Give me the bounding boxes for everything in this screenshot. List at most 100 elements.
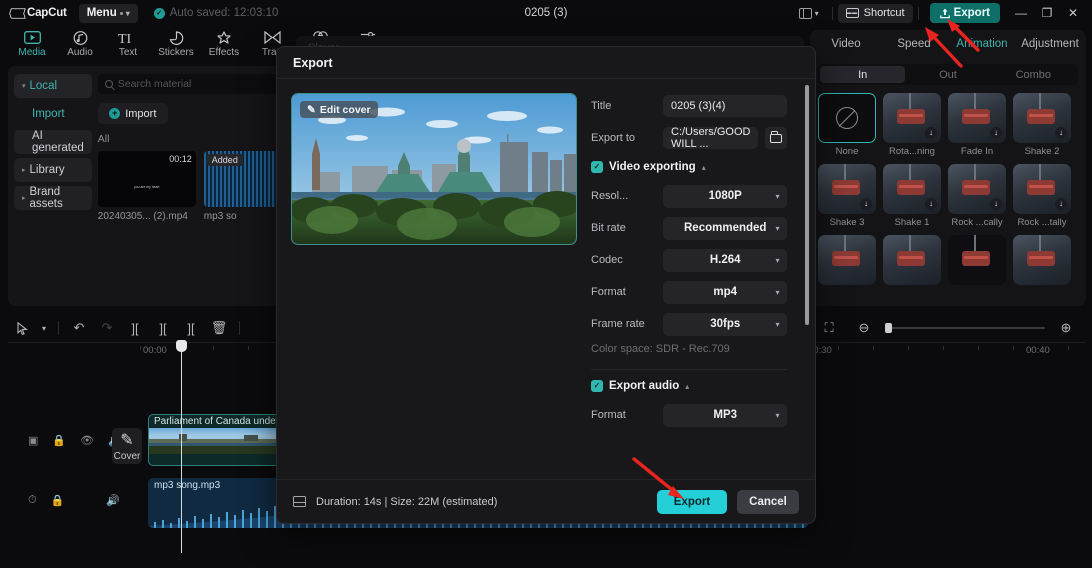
export-info: Duration: 14s | Size: 22M (estimated) <box>316 495 498 508</box>
tab-video[interactable]: Video <box>812 38 880 50</box>
sidebar-item-brand-assets[interactable]: ▸ Brand assets <box>14 186 92 210</box>
chevron-up-icon[interactable]: ▴ <box>702 163 706 172</box>
download-icon[interactable]: ↓ <box>990 198 1002 210</box>
animation-item[interactable]: ↓ Shake 1 <box>883 164 941 228</box>
download-icon[interactable]: ↓ <box>925 198 937 210</box>
chevron-up-icon[interactable]: ▴ <box>685 382 689 391</box>
download-icon[interactable]: ↓ <box>860 198 872 210</box>
animation-item[interactable] <box>948 235 1006 285</box>
video-track-controls: ▣ 🔒 👁 🔊 <box>28 434 122 447</box>
sidebar-item-library[interactable]: ▸ Library <box>14 158 92 182</box>
download-icon[interactable]: ↓ <box>990 127 1002 139</box>
resolution-select[interactable]: 1080P ▾ <box>663 184 788 208</box>
bitrate-label: Bit rate <box>591 222 626 234</box>
zoom-slider-knob[interactable] <box>885 323 892 333</box>
animation-thumbnail[interactable] <box>1013 235 1071 285</box>
sidebar-item-local[interactable]: ▾ Local <box>14 74 92 98</box>
clip-title: Parliament of Canada unde <box>154 416 276 427</box>
download-icon[interactable]: ↓ <box>1055 198 1067 210</box>
export-path-input[interactable]: C:/Users/GOOD WILL ... <box>663 126 759 150</box>
animation-item[interactable]: ↓ Shake 2 <box>1013 93 1071 157</box>
animation-item[interactable] <box>818 235 876 285</box>
undo-button[interactable]: ↶ <box>65 315 93 341</box>
fit-timeline-button[interactable]: ⛶ <box>815 315 843 341</box>
media-thumbnail[interactable]: 00:12 you are my heart <box>97 151 196 207</box>
animation-thumbnail[interactable] <box>818 235 876 285</box>
volume-icon[interactable]: 🔊 <box>106 494 120 507</box>
audio-track-icon[interactable]: ⏱ <box>28 494 37 507</box>
redo-button[interactable]: ↷ <box>93 315 121 341</box>
subtab-in[interactable]: In <box>820 66 906 83</box>
lock-icon[interactable]: 🔒 <box>51 494 65 507</box>
audio-format-select[interactable]: MP3 ▾ <box>663 403 788 427</box>
cancel-button[interactable]: Cancel <box>737 489 799 514</box>
bitrate-select[interactable]: Recommended ▾ <box>663 216 788 240</box>
sidebar-item-import[interactable]: Import <box>14 102 92 126</box>
title-input[interactable]: 0205 (3)(4) <box>663 95 788 117</box>
animation-thumbnail[interactable] <box>818 93 876 143</box>
media-item[interactable]: 00:12 you are my heart 20240305... (2).m… <box>97 151 196 222</box>
animation-thumbnail[interactable] <box>948 235 1006 285</box>
chevron-down-icon[interactable]: ▾ <box>36 315 52 341</box>
animation-thumbnail[interactable]: ↓ <box>883 93 941 143</box>
tab-stickers[interactable]: Stickers <box>152 30 200 58</box>
checkbox-checked-icon[interactable]: ✓ <box>591 161 603 173</box>
zoom-slider[interactable] <box>885 323 1045 333</box>
animation-item[interactable]: ↓ Rock ...tally <box>1013 164 1071 228</box>
animation-thumbnail[interactable]: ↓ <box>1013 93 1071 143</box>
search-input[interactable]: Search material <box>97 74 290 94</box>
delete-button[interactable]: 🗑 <box>205 315 233 341</box>
subtab-out[interactable]: Out <box>905 66 990 83</box>
tab-media[interactable]: Media <box>8 30 56 58</box>
video-exporting-header[interactable]: ✓ Video exporting ▴ <box>591 161 787 173</box>
chevron-down-icon: ▾ <box>775 410 780 420</box>
playhead-handle[interactable] <box>176 340 187 352</box>
lock-icon[interactable]: 🔒 <box>52 434 66 447</box>
zoom-out-button[interactable]: ⊖ <box>850 315 878 341</box>
animation-thumbnail[interactable]: ↓ <box>883 164 941 214</box>
added-badge: Added <box>206 154 243 166</box>
tab-text[interactable]: TI Text <box>104 30 152 59</box>
animation-thumbnail[interactable] <box>883 235 941 285</box>
tab-effects[interactable]: Effects <box>200 30 248 58</box>
animation-thumbnail[interactable]: ↓ <box>948 164 1006 214</box>
animation-item[interactable] <box>883 235 941 285</box>
codec-select[interactable]: H.264 ▾ <box>663 248 788 272</box>
import-button[interactable]: + Import <box>97 103 168 124</box>
track-thumbnail-icon[interactable]: ▣ <box>28 434 38 447</box>
animation-item[interactable]: ↓ Fade In <box>948 93 1006 157</box>
animation-thumbnail[interactable]: ↓ <box>1013 164 1071 214</box>
export-audio-header[interactable]: ✓ Export audio ▴ <box>591 380 787 392</box>
dialog-scrollbar[interactable] <box>805 85 809 325</box>
checkbox-checked-icon[interactable]: ✓ <box>591 380 603 392</box>
animation-thumbnail[interactable]: ↓ <box>818 164 876 214</box>
trim-right-button[interactable]: ][ <box>177 315 205 341</box>
tab-adjustment[interactable]: Adjustment <box>1016 38 1084 50</box>
cover-button[interactable]: ✎ Cover <box>112 428 142 464</box>
format-select[interactable]: mp4 ▾ <box>663 280 788 304</box>
playhead[interactable] <box>176 340 187 553</box>
eye-icon[interactable]: 👁 <box>80 434 94 447</box>
audio-track-controls: ⏱ 🔒 🔊 <box>28 494 120 507</box>
audio-icon <box>73 30 88 45</box>
sidebar-item-ai-generated[interactable]: AI generated <box>14 130 92 154</box>
animation-item[interactable]: ↓ Shake 3 <box>818 164 876 228</box>
subtab-combo[interactable]: Combo <box>991 66 1076 83</box>
browse-folder-button[interactable] <box>765 127 788 149</box>
color-space-text: Color space: SDR - Rec.709 <box>591 343 730 355</box>
split-button[interactable]: ][ <box>121 315 149 341</box>
animation-item[interactable]: ↓ Rota...ning <box>883 93 941 157</box>
trim-left-button[interactable]: ][ <box>149 315 177 341</box>
cover-preview[interactable]: ✎ Edit cover <box>291 93 577 245</box>
download-icon[interactable]: ↓ <box>1055 127 1067 139</box>
animation-item[interactable] <box>1013 235 1071 285</box>
animation-item-none[interactable]: None <box>818 93 876 157</box>
zoom-in-button[interactable]: ⊕ <box>1052 315 1080 341</box>
select-tool-button[interactable] <box>8 315 36 341</box>
framerate-select[interactable]: 30fps ▾ <box>663 312 788 336</box>
animation-item[interactable]: ↓ Rock ...cally <box>948 164 1006 228</box>
tab-audio[interactable]: Audio <box>56 30 104 58</box>
animation-thumbnail[interactable]: ↓ <box>948 93 1006 143</box>
download-icon[interactable]: ↓ <box>925 127 937 139</box>
edit-cover-button[interactable]: ✎ Edit cover <box>300 101 378 118</box>
